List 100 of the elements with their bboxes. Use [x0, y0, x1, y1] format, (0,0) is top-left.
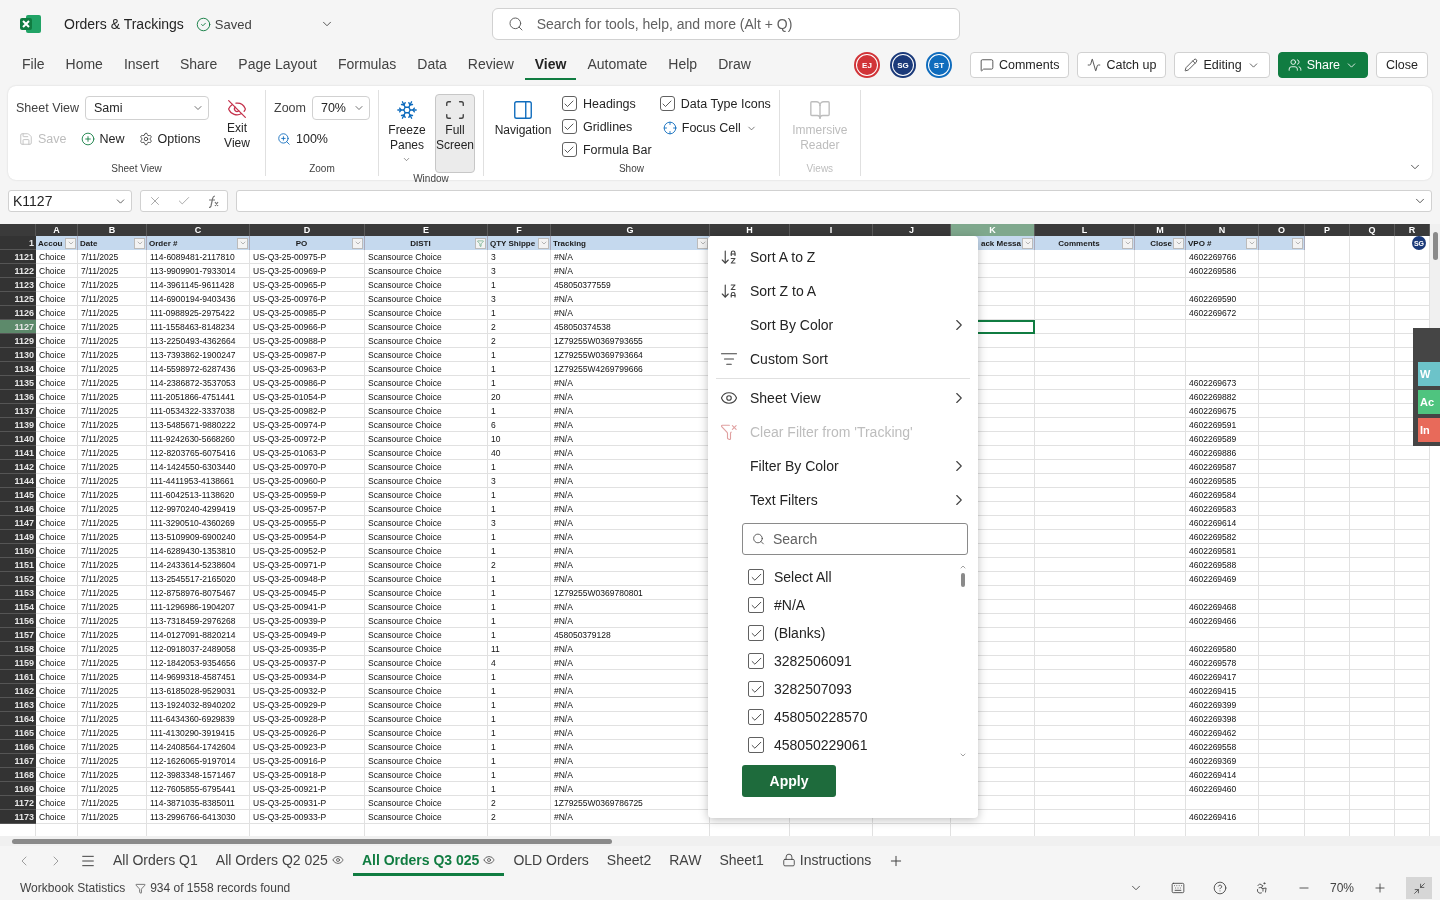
filter-button[interactable]	[1292, 237, 1303, 249]
row-header[interactable]: 1161	[0, 670, 36, 684]
row-header[interactable]: 1146	[0, 502, 36, 516]
menu-tab[interactable]: File	[12, 50, 55, 80]
ribbon-button[interactable]: New	[77, 130, 128, 148]
filter-button[interactable]	[352, 237, 363, 249]
column-header[interactable]: Q	[1350, 224, 1395, 236]
filter-button[interactable]	[1246, 237, 1257, 249]
filter-value-checkbox[interactable]: 3282507093	[748, 675, 958, 703]
avatar[interactable]: SG	[892, 55, 913, 75]
row-header[interactable]: 1134	[0, 362, 36, 376]
row-header[interactable]: 1165	[0, 726, 36, 740]
column-header[interactable]: P	[1305, 224, 1350, 236]
menu-tab[interactable]: Automate	[577, 50, 658, 80]
row-header[interactable]: 1121	[0, 250, 36, 264]
row-header[interactable]: 1150	[0, 544, 36, 558]
filter-button[interactable]	[134, 237, 145, 249]
ribbon-button[interactable]: Focus Cell	[659, 119, 771, 137]
row-header[interactable]: 1140	[0, 432, 36, 446]
row-header[interactable]: 1173	[0, 810, 36, 824]
sheet-tab[interactable]: Sheet2	[597, 846, 661, 876]
filter-value-checkbox[interactable]: #N/A	[748, 591, 958, 619]
vertical-scrollbar[interactable]	[1430, 224, 1440, 328]
row-header[interactable]: 1	[0, 236, 36, 250]
column-header[interactable]: E	[365, 224, 488, 236]
apply-button[interactable]: Apply	[742, 765, 836, 797]
menu-tab[interactable]: Draw	[708, 50, 761, 80]
name-box[interactable]: K1127	[8, 190, 132, 212]
row-header[interactable]: 1122	[0, 264, 36, 278]
formula-input[interactable]	[236, 190, 1432, 212]
row-header[interactable]: 1162	[0, 684, 36, 698]
menu-tab[interactable]: Home	[55, 50, 113, 80]
column-header[interactable]: F	[488, 224, 551, 236]
checkbox[interactable]: Gridlines	[561, 119, 652, 134]
column-header[interactable]: D	[250, 224, 365, 236]
checkbox[interactable]: Formula Bar	[561, 142, 652, 157]
ribbon-button[interactable]: Exit View	[217, 94, 257, 163]
row-header[interactable]: 1135	[0, 376, 36, 390]
sheet-tab[interactable]: All Orders Q2 025	[206, 846, 353, 876]
filter-button[interactable]	[1173, 237, 1184, 249]
sheet-tab[interactable]: Instructions	[772, 846, 881, 876]
ribbon-button[interactable]: Options	[135, 130, 204, 148]
row-header[interactable]: 1163	[0, 698, 36, 712]
menu-item[interactable]: Sort By Color	[708, 308, 978, 342]
row-header[interactable]: 1129	[0, 334, 36, 348]
ribbon-button[interactable]: 100%	[274, 130, 370, 148]
menu-tab[interactable]: Data	[407, 50, 457, 80]
filter-button[interactable]	[697, 237, 708, 249]
row-header[interactable]: 1123	[0, 278, 36, 292]
ribbon-button[interactable]: Navigation	[491, 94, 554, 163]
menu-item[interactable]: Sort A to Z	[708, 240, 978, 274]
sheet-tab[interactable]: All Orders Q3 025	[352, 846, 505, 876]
action-button[interactable]: Editing	[1174, 52, 1270, 78]
action-button[interactable]: Share	[1277, 52, 1369, 78]
action-button[interactable]: Comments	[969, 52, 1070, 78]
filter-applied-button[interactable]	[475, 237, 486, 249]
sheet-tab[interactable]: OLD Orders	[504, 846, 598, 876]
menu-tab[interactable]: View	[524, 50, 577, 80]
menu-item[interactable]: Filter By Color	[708, 449, 978, 483]
menu-tab[interactable]: Review	[457, 50, 524, 80]
dropdown-field[interactable]: Sami	[85, 96, 209, 120]
row-header[interactable]: 1156	[0, 614, 36, 628]
menu-tab[interactable]: Page Layout	[228, 50, 327, 80]
column-header[interactable]: G	[551, 224, 710, 236]
search-field[interactable]: Search	[742, 523, 968, 555]
menu-item[interactable]: Sort Z to A	[708, 274, 978, 308]
row-header[interactable]: 1153	[0, 586, 36, 600]
row-header[interactable]: 1145	[0, 488, 36, 502]
column-header[interactable]: L	[1035, 224, 1135, 236]
row-header[interactable]: 1151	[0, 558, 36, 572]
horizontal-scrollbar[interactable]	[0, 836, 1440, 846]
column-header[interactable]: R	[1395, 224, 1430, 236]
ribbon-button[interactable]: Freeze Panes	[386, 94, 427, 173]
column-header[interactable]: H	[710, 224, 790, 236]
action-button[interactable]: Catch up	[1077, 52, 1167, 78]
row-header[interactable]: 1126	[0, 306, 36, 320]
column-header[interactable]: A	[36, 224, 78, 236]
row-header[interactable]: 1142	[0, 460, 36, 474]
sheet-tab[interactable]: All Orders Q1	[104, 846, 207, 876]
column-header[interactable]: B	[78, 224, 147, 236]
dropdown-field[interactable]: 70%	[311, 96, 370, 120]
row-header[interactable]: 1167	[0, 754, 36, 768]
row-header[interactable]: 1147	[0, 516, 36, 530]
column-header[interactable]: J	[873, 224, 951, 236]
row-header[interactable]: 1154	[0, 600, 36, 614]
row-header[interactable]: 1149	[0, 530, 36, 544]
row-header[interactable]: 1159	[0, 656, 36, 670]
avatar[interactable]: EJ	[856, 55, 877, 75]
document-title[interactable]: Orders & Trackings	[64, 16, 184, 32]
row-header[interactable]: 1168	[0, 768, 36, 782]
checkbox[interactable]: Headings	[561, 96, 652, 111]
column-header[interactable]: O	[1259, 224, 1305, 236]
menu-tab[interactable]: Share	[169, 50, 228, 80]
filter-button[interactable]	[65, 237, 76, 249]
filter-button[interactable]	[1022, 237, 1033, 249]
zoom-level[interactable]: 70%	[1329, 881, 1354, 895]
filter-button[interactable]	[538, 237, 549, 249]
row-header[interactable]: 1144	[0, 474, 36, 488]
filter-value-checkbox[interactable]: Select All	[748, 563, 958, 591]
filter-value-checkbox[interactable]: 458050228570	[748, 703, 958, 731]
